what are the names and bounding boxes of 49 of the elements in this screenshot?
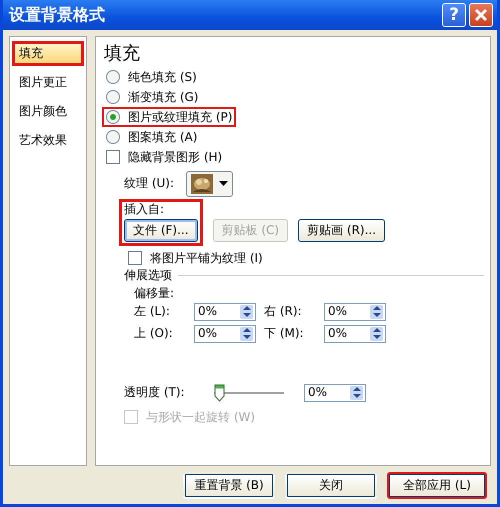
- field-label: 上 (O):: [134, 326, 174, 342]
- radio-option[interactable]: 图案填充 (A): [102, 126, 202, 147]
- field-label: 左 (L):: [134, 304, 171, 320]
- spin-field[interactable]: 0%: [324, 302, 386, 321]
- group-title: 伸展选项: [124, 268, 172, 283]
- close-button[interactable]: [469, 3, 493, 27]
- file-button[interactable]: 文件 (F)...: [124, 218, 198, 242]
- help-button[interactable]: ?: [442, 3, 466, 27]
- window-title: 设置背景格式: [9, 5, 105, 25]
- radio-button[interactable]: [106, 130, 120, 144]
- checkbox-label: 隐藏背景图形 (H): [128, 148, 222, 165]
- radio-button[interactable]: [106, 110, 120, 124]
- field-label: 纹理 (U):: [124, 176, 174, 192]
- sidebar-item[interactable]: 艺术效果: [12, 128, 84, 153]
- checkbox-label: 与形状一起旋转 (W): [146, 408, 256, 425]
- texture-dropdown[interactable]: [186, 170, 234, 197]
- field-label: 插入自:: [124, 202, 164, 217]
- field-label: 透明度 (T):: [124, 385, 186, 400]
- radio-option[interactable]: 图片或纹理填充 (P): [102, 106, 236, 127]
- spin-field[interactable]: 0%: [304, 384, 366, 402]
- spin-field[interactable]: 0%: [324, 324, 386, 343]
- sidebar-item[interactable]: 填充: [12, 41, 84, 66]
- radio-button[interactable]: [106, 90, 120, 104]
- slider-thumb[interactable]: [214, 384, 225, 402]
- radio-option[interactable]: 渐变填充 (G): [102, 86, 202, 107]
- spin-arrows-icon: [240, 304, 253, 319]
- spin-field[interactable]: 0%: [194, 302, 256, 321]
- spin-field[interactable]: 0%: [194, 324, 256, 343]
- dialog-button[interactable]: 全部应用 (L): [387, 472, 487, 498]
- radio-button[interactable]: [106, 70, 120, 84]
- checkbox-label: 将图片平铺为纹理 (I): [150, 250, 263, 266]
- radio-option[interactable]: 纯色填充 (S): [102, 66, 201, 87]
- field-label: 右 (R):: [264, 304, 303, 320]
- section-heading: 填充: [104, 43, 141, 65]
- spin-arrows-icon: [240, 326, 253, 341]
- caret-icon: [219, 181, 228, 186]
- spin-arrows-icon: [370, 326, 383, 341]
- dialog-button[interactable]: 重置背景 (B): [183, 472, 275, 498]
- field-label: 下 (M):: [264, 326, 305, 342]
- field-label: 偏移量:: [134, 286, 176, 301]
- spin-arrows-icon: [370, 304, 383, 319]
- checkbox[interactable]: [128, 250, 142, 265]
- checkbox[interactable]: [106, 150, 120, 164]
- insert-button[interactable]: 剪贴画 (R)...: [298, 218, 386, 242]
- sidebar-item[interactable]: 图片颜色: [12, 99, 84, 124]
- spin-arrows-icon: [350, 386, 363, 400]
- dialog-button[interactable]: 关闭: [285, 472, 377, 498]
- close-icon: [474, 8, 488, 22]
- sidebar-item[interactable]: 图片更正: [12, 70, 84, 95]
